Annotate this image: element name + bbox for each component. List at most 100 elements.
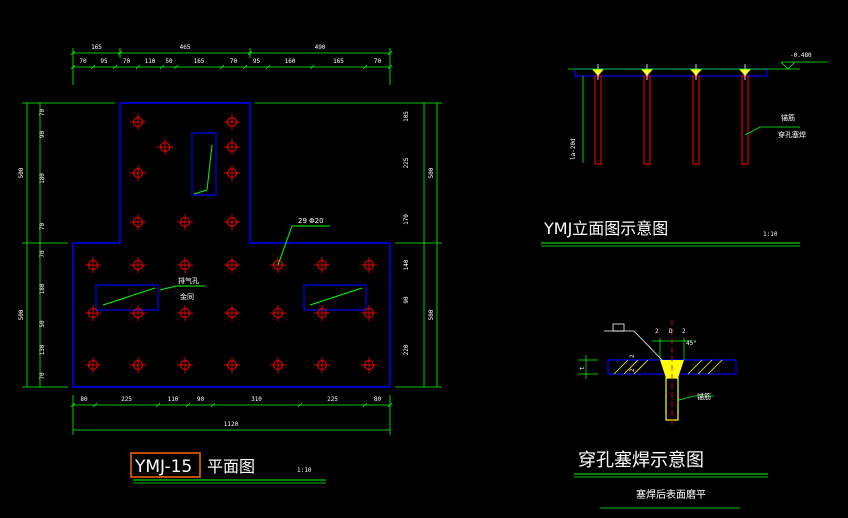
dim-bottom-1: 90 — [197, 396, 205, 403]
weld-symbol-box — [612, 323, 625, 332]
weld-bar-label: 锚筋 — [697, 392, 711, 401]
dim-bottom-1: 80 — [80, 396, 88, 403]
dim-top-2: 70 — [374, 58, 382, 65]
rebar-dot — [130, 114, 146, 130]
elevation-note-1: 锚筋 — [781, 113, 795, 122]
rebar-dot — [224, 139, 240, 155]
dim-left-2: 70 — [39, 250, 46, 258]
weld-side-dim-1: 2 — [629, 354, 636, 358]
rebar-dot — [157, 139, 173, 155]
rebar-dot — [224, 214, 240, 230]
rebar-dot — [130, 165, 146, 181]
dim-left-2: 130 — [39, 344, 46, 355]
plan-title-text: 平面图 — [207, 457, 255, 476]
dim-bottom-1: 225 — [121, 396, 132, 403]
dim-top-2: 50 — [165, 58, 173, 65]
elevation-note-2: 穿孔塞焊 — [778, 130, 806, 139]
rebar-dot — [177, 214, 193, 230]
rebar-dot — [361, 305, 377, 321]
dim-top-2: 110 — [145, 58, 156, 65]
rebar-dot — [130, 357, 146, 373]
dim-right-2: 105 — [403, 111, 410, 122]
rebar-dot — [177, 305, 193, 321]
elevation-bar — [690, 64, 702, 165]
rebar-dot — [224, 357, 240, 373]
rebar-dot — [361, 257, 377, 273]
rebar-dot — [85, 257, 101, 273]
rebar-dot — [130, 305, 146, 321]
weld-angle: 45° — [686, 340, 697, 347]
elevation-anchor-bars — [592, 64, 751, 165]
rebar-dot — [224, 165, 240, 181]
rebar-dot — [314, 257, 330, 273]
dim-top-2: 165 — [194, 58, 205, 65]
rebar-dot — [130, 257, 146, 273]
vent-label-1: 排气孔 — [178, 276, 199, 285]
plate-outline — [72, 102, 391, 388]
dim-bottom-1: 310 — [251, 396, 262, 403]
vent-slot-top — [191, 132, 217, 196]
dim-top-1: 165 — [91, 44, 102, 51]
dim-bottom-total: 1120 — [224, 421, 239, 428]
vent-slot-right — [303, 284, 367, 311]
rebar-dot — [177, 257, 193, 273]
rebar-dot — [224, 305, 240, 321]
plan-title-code: YMJ-15 — [134, 457, 192, 477]
weld-note: 塞焊后表面磨平 — [636, 488, 706, 501]
vent-label-2: 金同 — [180, 292, 194, 301]
weld-title: 穿孔塞焊示意图 — [578, 450, 704, 471]
drawing-canvas: 29 Φ20 排气孔 金同 165 465 49070 95 70 110 50 165 70 9… — [18, 44, 828, 509]
dim-bottom-1: 80 — [374, 396, 382, 403]
dim-top-1: 490 — [315, 44, 326, 51]
dimension-lines — [22, 48, 442, 435]
weld-dim-right: 2 — [682, 328, 686, 335]
dim-top-1: 465 — [180, 44, 191, 51]
dimension-ticks — [70, 50, 393, 408]
dim-left-2: 180 — [39, 173, 46, 184]
weld-t-label: t — [579, 366, 586, 370]
dim-right-1: 500 — [428, 167, 435, 178]
dim-left-2: 180 — [39, 283, 46, 294]
dim-top-2: 160 — [285, 58, 296, 65]
elevation-anchor-length: la-20d — [570, 138, 577, 160]
rebar-dot — [130, 214, 146, 230]
rebar-label: 29 Φ20 — [298, 217, 324, 225]
elevation-bar — [592, 64, 604, 165]
dim-top-2: 95 — [253, 58, 261, 65]
dim-left-2: 70 — [39, 372, 46, 380]
elevation-scale: 1:10 — [763, 231, 778, 238]
rebar-dot — [85, 357, 101, 373]
elevation-bar — [739, 64, 751, 165]
dim-top-2: 70 — [230, 58, 238, 65]
cad-drawing: 29 Φ20 排气孔 金同 165 465 490 70 95 70 110 50 165 70 9… — [0, 0, 848, 518]
dim-left-1: 500 — [18, 309, 25, 320]
dim-left-2: 70 — [39, 109, 46, 117]
rebar-dot — [177, 357, 193, 373]
elevation-level: -0.480 — [790, 52, 812, 59]
dim-right-1: 500 — [428, 309, 435, 320]
dim-top-2: 95 — [100, 58, 108, 65]
dim-left-2: 90 — [39, 131, 46, 139]
dim-bottom-1: 225 — [327, 396, 338, 403]
rebar-dot — [270, 357, 286, 373]
dim-bottom-1: 110 — [168, 396, 179, 403]
dim-right-2: 220 — [403, 344, 410, 355]
rebar-dot — [224, 257, 240, 273]
plan-scale: 1:10 — [297, 467, 312, 474]
dim-top-2: 70 — [79, 58, 87, 65]
dim-right-2: 170 — [403, 214, 410, 225]
dim-left-2: 50 — [39, 320, 46, 328]
dim-right-2: 225 — [403, 157, 410, 168]
dim-left-1: 500 — [18, 167, 25, 178]
rebar-dot — [85, 305, 101, 321]
dimension-texts: 165 465 49070 95 70 110 50 165 70 95 160 165 7080 225… — [18, 44, 435, 428]
rebar-dot — [314, 305, 330, 321]
dim-left-2: 70 — [39, 223, 46, 231]
dim-right-2: 90 — [403, 296, 410, 304]
dim-top-2: 165 — [333, 58, 344, 65]
rebar-dot — [314, 357, 330, 373]
rebar-dot — [270, 305, 286, 321]
elevation-plate — [574, 68, 768, 77]
rebar-dot — [224, 114, 240, 130]
weld-dim-left: 2 — [655, 328, 659, 335]
